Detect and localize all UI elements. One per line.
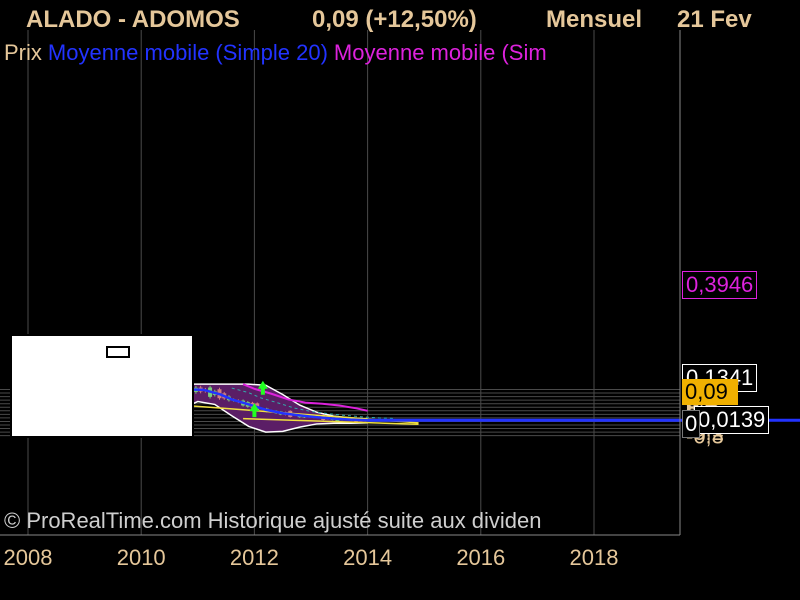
legend-ma20[interactable]: Moyenne mobile (Simple 20) <box>48 40 328 65</box>
zero-tag: 0 <box>682 410 701 438</box>
x-tick-label: 2012 <box>230 545 279 570</box>
grid <box>0 30 680 535</box>
x-tick-label: 2016 <box>456 545 505 570</box>
popup-overlay[interactable] <box>10 334 194 438</box>
x-tick-label: 2018 <box>570 545 619 570</box>
lower-band-tag: 0,0139 <box>694 406 770 434</box>
last-price-tag: 0,09 <box>682 379 738 405</box>
legend-ma-long[interactable]: Moyenne mobile (Sim <box>334 40 547 65</box>
x-tick-label: 2010 <box>117 545 166 570</box>
x-tick-label: 2008 <box>4 545 53 570</box>
x-tick-label: 2014 <box>343 545 392 570</box>
legend-price[interactable]: Prix <box>4 40 42 65</box>
copyright-notice: © ProRealTime.com Historique ajusté suit… <box>4 508 542 533</box>
popup-minimize-icon[interactable] <box>106 346 130 358</box>
legend: Prix Moyenne mobile (Simple 20) Moyenne mo… <box>4 40 680 66</box>
axes: -0,3-0,2-0,100,10,20,30,40,50,60,70,80,9… <box>0 30 724 570</box>
ma-long-price-tag: 0,3946 <box>682 271 758 299</box>
